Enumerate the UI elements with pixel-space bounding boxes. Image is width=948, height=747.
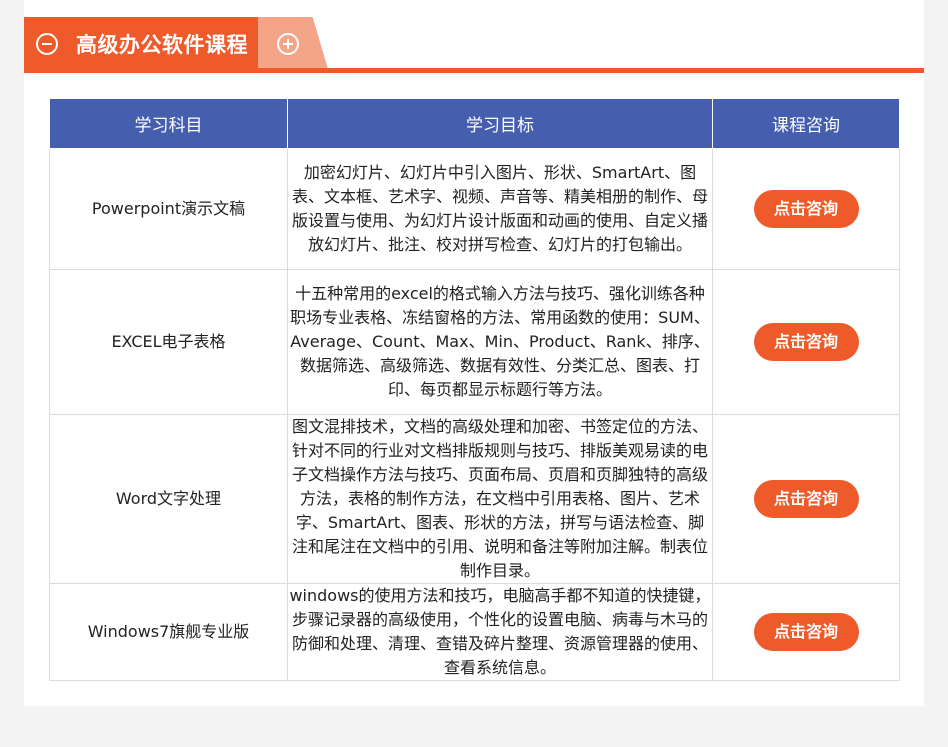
consult-button[interactable]: 点击咨询 (753, 190, 859, 228)
header-goal: 学习目标 (287, 98, 713, 149)
consult-button[interactable]: 点击咨询 (753, 480, 859, 518)
consult-cell: 点击咨询 (712, 269, 900, 415)
header-subject: 学习科目 (49, 98, 288, 149)
goal-cell: windows的使用方法和技巧，电脑高手都不知道的快捷键，步骤记录器的高级使用，… (287, 583, 713, 681)
minus-circle-icon[interactable] (36, 33, 58, 55)
goal-cell: 图文混排技术，文档的高级处理和加密、书签定位的方法、针对不同的行业对文档排版规则… (287, 414, 713, 584)
consult-cell: 点击咨询 (712, 148, 900, 270)
table-row: Powerpoint演示文稿 加密幻灯片、幻灯片中引入图片、形状、SmartAr… (49, 148, 900, 270)
consult-cell: 点击咨询 (712, 414, 900, 584)
course-table: 学习科目 学习目标 课程咨询 Powerpoint演示文稿 加密幻灯片、幻灯片中… (49, 98, 900, 681)
goal-cell: 十五种常用的excel的格式输入方法与技巧、强化训练各种职场专业表格、冻结窗格的… (287, 269, 713, 415)
consult-button[interactable]: 点击咨询 (753, 613, 859, 651)
table-header-row: 学习科目 学习目标 课程咨询 (49, 98, 900, 149)
header-consult: 课程咨询 (712, 98, 900, 149)
table-row: Windows7旗舰专业版 windows的使用方法和技巧，电脑高手都不知道的快… (49, 583, 900, 681)
subject-cell: Word文字处理 (49, 414, 288, 584)
table-row: EXCEL电子表格 十五种常用的excel的格式输入方法与技巧、强化训练各种职场… (49, 269, 900, 415)
section-title: 高级办公软件课程 (76, 33, 248, 57)
plus-circle-icon[interactable] (277, 33, 299, 55)
consult-cell: 点击咨询 (712, 583, 900, 681)
table-row: Word文字处理 图文混排技术，文档的高级处理和加密、书签定位的方法、针对不同的… (49, 414, 900, 584)
subject-cell: EXCEL电子表格 (49, 269, 288, 415)
subject-cell: Powerpoint演示文稿 (49, 148, 288, 270)
section-underline (24, 68, 924, 73)
consult-button[interactable]: 点击咨询 (753, 323, 859, 361)
subject-cell: Windows7旗舰专业版 (49, 583, 288, 681)
goal-cell: 加密幻灯片、幻灯片中引入图片、形状、SmartArt、图表、文本框、艺术字、视频… (287, 148, 713, 270)
